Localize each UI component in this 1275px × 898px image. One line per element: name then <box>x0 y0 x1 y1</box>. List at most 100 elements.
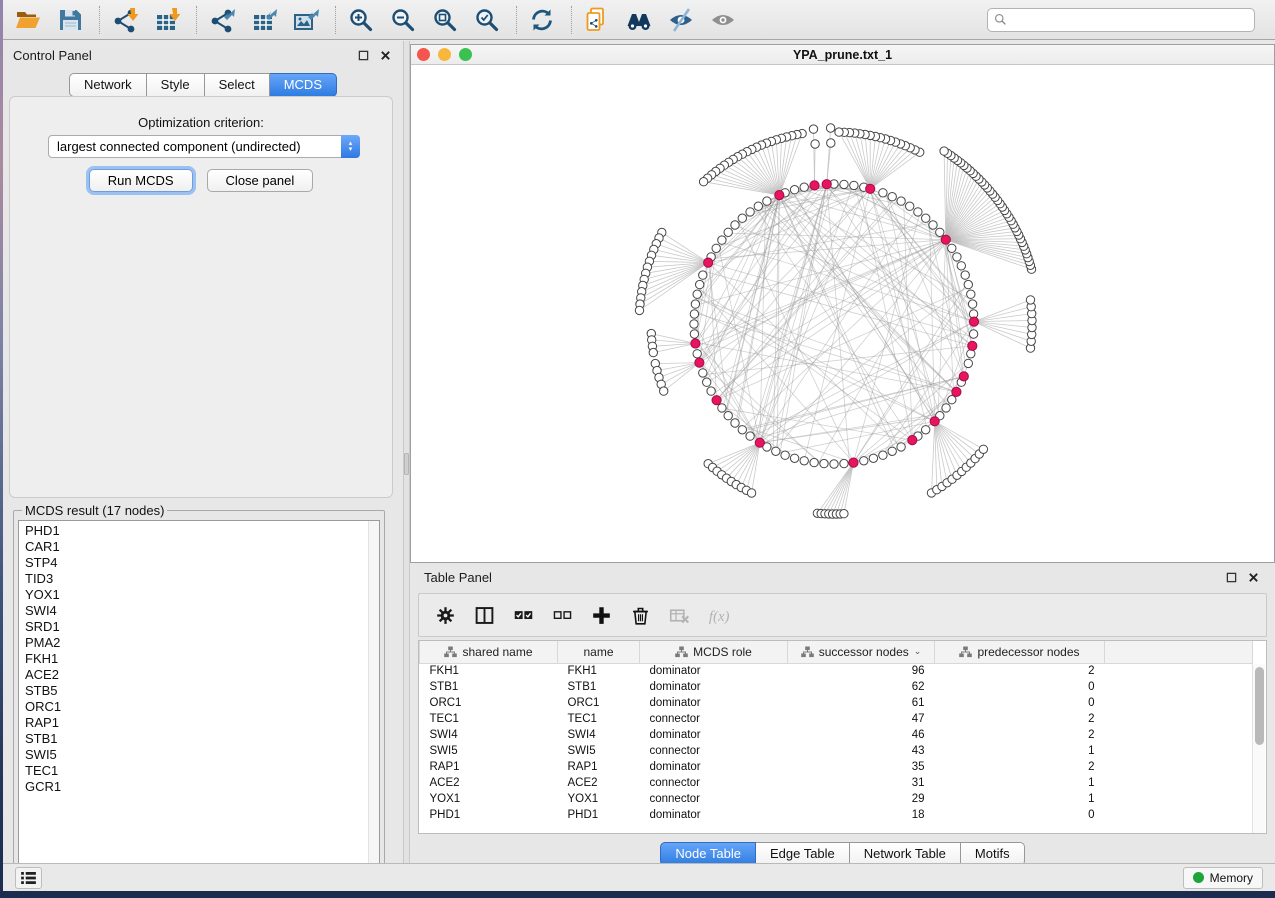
mcds-result-item[interactable]: PMA2 <box>25 635 379 651</box>
graph-node[interactable] <box>738 214 746 222</box>
table-row[interactable]: SWI5SWI5connector431 <box>420 743 1253 759</box>
graph-node[interactable] <box>888 193 896 201</box>
table-cell[interactable]: dominator <box>640 727 788 743</box>
graph-node[interactable] <box>948 396 956 404</box>
graph-node[interactable] <box>850 181 858 189</box>
table-cell[interactable]: 31 <box>788 775 935 791</box>
mcds-result-item[interactable]: RAP1 <box>25 715 379 731</box>
graph-node[interactable] <box>929 221 937 229</box>
graph-node[interactable] <box>968 300 976 308</box>
graph-node[interactable] <box>811 140 819 148</box>
table-scrollbar[interactable] <box>1252 664 1265 834</box>
table-cell[interactable]: SWI5 <box>558 743 640 759</box>
close-panel-icon[interactable] <box>378 48 393 63</box>
graph-node[interactable] <box>738 426 746 434</box>
minimize-window-icon[interactable] <box>438 48 451 61</box>
table-cell[interactable]: 96 <box>788 663 935 679</box>
table-cell[interactable]: connector <box>640 791 788 807</box>
table-cell[interactable]: dominator <box>640 679 788 695</box>
graph-node[interactable] <box>693 290 701 298</box>
graph-node[interactable] <box>691 300 699 308</box>
mcds-result-item[interactable]: CAR1 <box>25 539 379 555</box>
graph-node[interactable] <box>809 125 817 133</box>
close-table-panel-icon[interactable] <box>1246 570 1261 585</box>
table-cell[interactable]: 0 <box>935 807 1105 823</box>
table-cell[interactable]: connector <box>640 775 788 791</box>
graph-node[interactable] <box>888 447 896 455</box>
tab-network[interactable]: Network <box>69 73 147 97</box>
graph-node[interactable] <box>649 348 657 356</box>
column-header-successor-nodes[interactable]: successor nodes⌄ <box>788 641 935 663</box>
graph-node[interactable] <box>840 180 848 188</box>
mcds-result-item[interactable]: FKH1 <box>25 651 379 667</box>
table-cell[interactable]: SWI4 <box>558 727 640 743</box>
table-row[interactable]: TEC1TEC1connector472 <box>420 711 1253 727</box>
graph-node[interactable] <box>800 183 808 191</box>
graph-node[interactable] <box>906 202 914 210</box>
mcds-result-item[interactable]: SWI4 <box>25 603 379 619</box>
graph-node[interactable] <box>940 147 948 155</box>
hide-selected-icon[interactable] <box>666 5 696 35</box>
mcds-dominator-node[interactable] <box>849 458 858 467</box>
graph-node[interactable] <box>914 208 922 216</box>
mcds-dominator-node[interactable] <box>968 341 977 350</box>
graph-node[interactable] <box>690 330 698 338</box>
graph-node[interactable] <box>897 443 905 451</box>
open-session-icon[interactable] <box>13 5 43 35</box>
mcds-result-item[interactable]: TEC1 <box>25 763 379 779</box>
graph-node[interactable] <box>967 290 975 298</box>
apply-layout-icon[interactable] <box>527 5 557 35</box>
graph-node[interactable] <box>953 253 961 261</box>
mcds-result-item[interactable]: TID3 <box>25 571 379 587</box>
float-table-panel-icon[interactable] <box>1224 570 1239 585</box>
graph-node[interactable] <box>699 271 707 279</box>
mcds-dominator-node[interactable] <box>908 436 917 445</box>
graph-node[interactable] <box>820 459 828 467</box>
graph-node[interactable] <box>746 208 754 216</box>
graph-node[interactable] <box>860 457 868 465</box>
table-row[interactable]: ORC1ORC1dominator610 <box>420 695 1253 711</box>
table-cell[interactable]: connector <box>640 743 788 759</box>
table-cell[interactable]: 1 <box>935 775 1105 791</box>
mcds-dominator-node[interactable] <box>691 339 700 348</box>
network-view-titlebar[interactable]: YPA_prune.txt_1 <box>411 45 1274 65</box>
search-input[interactable] <box>1012 13 1248 27</box>
mcds-dominator-node[interactable] <box>810 181 819 190</box>
column-header-predecessor-nodes[interactable]: predecessor nodes <box>935 641 1105 663</box>
mcds-dominator-node[interactable] <box>941 235 950 244</box>
table-cell[interactable]: 43 <box>788 743 935 759</box>
table-cell[interactable]: SWI5 <box>420 743 558 759</box>
graph-node[interactable] <box>879 451 887 459</box>
close-window-icon[interactable] <box>417 48 430 61</box>
table-cell[interactable]: 2 <box>935 727 1105 743</box>
graph-node[interactable] <box>724 228 732 236</box>
graph-node[interactable] <box>660 387 668 395</box>
graph-node[interactable] <box>693 350 701 358</box>
graph-node[interactable] <box>969 330 977 338</box>
graph-node[interactable] <box>690 310 698 318</box>
table-cell[interactable]: ACE2 <box>558 775 640 791</box>
mcds-dominator-node[interactable] <box>704 258 713 267</box>
mcds-result-item[interactable]: GCR1 <box>25 779 379 795</box>
graph-node[interactable] <box>936 228 944 236</box>
table-cell[interactable]: dominator <box>640 695 788 711</box>
graph-node[interactable] <box>690 320 698 328</box>
table-cell[interactable]: 2 <box>935 711 1105 727</box>
graph-node[interactable] <box>707 387 715 395</box>
graph-node[interactable] <box>948 244 956 252</box>
panel-splitter[interactable] <box>403 41 410 863</box>
zoom-fit-icon[interactable] <box>430 5 460 35</box>
table-cell[interactable]: 18 <box>788 807 935 823</box>
graph-node[interactable] <box>964 280 972 288</box>
column-header-name[interactable]: name <box>558 641 640 663</box>
graph-node[interactable] <box>635 306 643 314</box>
graph-node[interactable] <box>826 124 834 132</box>
close-panel-button[interactable]: Close panel <box>207 169 314 192</box>
table-cell[interactable]: SWI4 <box>420 727 558 743</box>
delete-column-icon[interactable] <box>628 603 652 627</box>
export-network-icon[interactable] <box>207 5 237 35</box>
maximize-window-icon[interactable] <box>459 48 472 61</box>
mcds-result-item[interactable]: STB1 <box>25 731 379 747</box>
graph-node[interactable] <box>696 280 704 288</box>
graph-node[interactable] <box>763 197 771 205</box>
